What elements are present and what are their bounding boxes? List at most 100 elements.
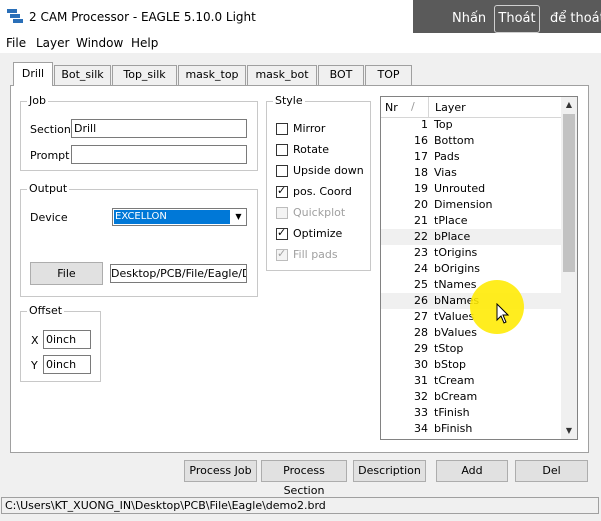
quickplot-label: Quickplot <box>293 206 346 219</box>
column-header-nr[interactable]: Nr <box>385 101 398 114</box>
scroll-thumb[interactable] <box>563 114 575 272</box>
layer-name: bFinish <box>434 422 473 435</box>
layer-row[interactable]: 21 tPlace <box>381 213 562 229</box>
layer-row[interactable]: 24 bOrigins <box>381 261 562 277</box>
layer-number: 26 <box>414 294 428 307</box>
layer-name: Top <box>434 118 453 131</box>
layer-list[interactable]: Nr / Layer 1 Top 16 Bottom 17 Pads 18 Vias 19 Unr… <box>380 96 578 440</box>
layer-name: Unrouted <box>434 182 486 195</box>
layer-list-header: Nr / Layer <box>381 97 562 118</box>
tab-top[interactable]: TOP <box>365 65 412 85</box>
del-button[interactable]: Del <box>515 460 588 482</box>
layer-name: tOrigins <box>434 246 478 259</box>
layer-number: 23 <box>414 246 428 259</box>
layer-row[interactable]: 18 Vias <box>381 165 562 181</box>
file-button[interactable]: File <box>30 262 103 285</box>
layer-list-scrollbar[interactable]: ▲ ▼ <box>561 97 577 439</box>
layer-number: 24 <box>414 262 428 275</box>
checkmark-icon: ✓ <box>277 247 287 260</box>
optimize-label: Optimize <box>293 227 343 240</box>
menu-help[interactable]: Help <box>131 36 158 50</box>
exit-fullscreen-button[interactable]: Thoát <box>494 5 540 33</box>
layer-number: 30 <box>414 358 428 371</box>
column-divider[interactable] <box>428 97 429 117</box>
fullscreen-notice-suffix: để thoát <box>550 11 601 26</box>
prompt-input[interactable] <box>71 145 247 164</box>
layer-number: 34 <box>414 422 428 435</box>
layer-row[interactable]: 32 bCream <box>381 389 562 405</box>
file-path-input[interactable]: Desktop/PCB/File/Eagle/Drill <box>110 264 247 283</box>
style-group-title: Style <box>273 94 305 107</box>
layer-name: tValues <box>434 310 475 323</box>
checkmark-icon: ✓ <box>277 226 287 239</box>
tab-top-silk[interactable]: Top_silk <box>112 65 177 85</box>
layer-number: 25 <box>414 278 428 291</box>
layer-row[interactable]: 34 bFinish <box>381 421 562 437</box>
process-section-button[interactable]: Process Section <box>261 460 347 497</box>
layer-number: 31 <box>414 374 428 387</box>
section-input[interactable]: Drill <box>71 119 247 138</box>
offset-x-input[interactable]: 0inch <box>43 330 91 349</box>
offset-x-label: X <box>31 334 39 347</box>
scroll-up-icon[interactable]: ▲ <box>561 97 577 113</box>
layer-row[interactable]: 25 tNames <box>381 277 562 293</box>
layer-name: Vias <box>434 166 457 179</box>
layer-row[interactable]: 19 Unrouted <box>381 181 562 197</box>
tab-drill[interactable]: Drill <box>13 62 53 86</box>
layer-name: tPlace <box>434 214 468 227</box>
layer-number: 16 <box>414 134 428 147</box>
tab-mask-bot[interactable]: mask_bot <box>247 65 317 85</box>
layer-row[interactable]: 23 tOrigins <box>381 245 562 261</box>
layer-row[interactable]: 29 tStop <box>381 341 562 357</box>
process-job-button[interactable]: Process Job <box>184 460 257 482</box>
layer-number: 32 <box>414 390 428 403</box>
fullscreen-notice-prefix: Nhấn <box>452 11 487 26</box>
layer-row[interactable]: 31 tCream <box>381 373 562 389</box>
tab-mask-top[interactable]: mask_top <box>178 65 246 85</box>
layer-number: 22 <box>414 230 428 243</box>
layer-row[interactable]: 20 Dimension <box>381 197 562 213</box>
layer-row[interactable]: 33 tFinish <box>381 405 562 421</box>
layer-number: 21 <box>414 214 428 227</box>
layer-name: Pads <box>434 150 460 163</box>
layer-row[interactable]: 22 bPlace <box>381 229 562 245</box>
add-button[interactable]: Add <box>436 460 508 482</box>
tab-bot[interactable]: BOT <box>318 65 364 85</box>
upside-down-label: Upside down <box>293 164 364 177</box>
menu-file[interactable]: File <box>6 36 26 50</box>
pos-coord-label: pos. Coord <box>293 185 352 198</box>
layer-number: 17 <box>414 150 428 163</box>
chevron-down-icon[interactable]: ▼ <box>231 209 246 225</box>
menu-layer[interactable]: Layer <box>36 36 69 50</box>
upside-down-checkbox[interactable] <box>276 165 288 177</box>
tab-bot-silk[interactable]: Bot_silk <box>54 65 111 85</box>
layer-number: 33 <box>414 406 428 419</box>
scroll-down-icon[interactable]: ▼ <box>561 423 577 439</box>
layer-number: 20 <box>414 198 428 211</box>
offset-y-input[interactable]: 0inch <box>43 355 91 374</box>
layer-row[interactable]: 1 Top <box>381 117 562 133</box>
layer-name: tNames <box>434 278 477 291</box>
layer-row[interactable]: 17 Pads <box>381 149 562 165</box>
layer-number: 28 <box>414 326 428 339</box>
layer-name: Bottom <box>434 134 475 147</box>
optimize-checkbox[interactable]: ✓ <box>276 226 288 240</box>
menu-bar: File Layer Window Help <box>0 33 601 53</box>
file-path-text: Desktop/PCB/File/Eagle/Drill <box>111 267 246 280</box>
layer-number: 19 <box>414 182 428 195</box>
column-header-layer[interactable]: Layer <box>435 101 466 114</box>
layer-row[interactable]: 28 bValues <box>381 325 562 341</box>
description-button[interactable]: Description <box>353 460 426 482</box>
mirror-label: Mirror <box>293 122 326 135</box>
mirror-checkbox[interactable] <box>276 123 288 135</box>
rotate-checkbox[interactable] <box>276 144 288 156</box>
layer-name: bCream <box>434 390 478 403</box>
device-select-value: EXCELLON <box>114 210 230 224</box>
layer-row[interactable]: 16 Bottom <box>381 133 562 149</box>
layer-row[interactable]: 30 bStop <box>381 357 562 373</box>
pos-coord-checkbox[interactable]: ✓ <box>276 184 288 198</box>
device-select[interactable]: EXCELLON ▼ <box>112 208 247 226</box>
section-label: Section <box>30 123 71 136</box>
layer-name: bStop <box>434 358 466 371</box>
menu-window[interactable]: Window <box>76 36 123 50</box>
